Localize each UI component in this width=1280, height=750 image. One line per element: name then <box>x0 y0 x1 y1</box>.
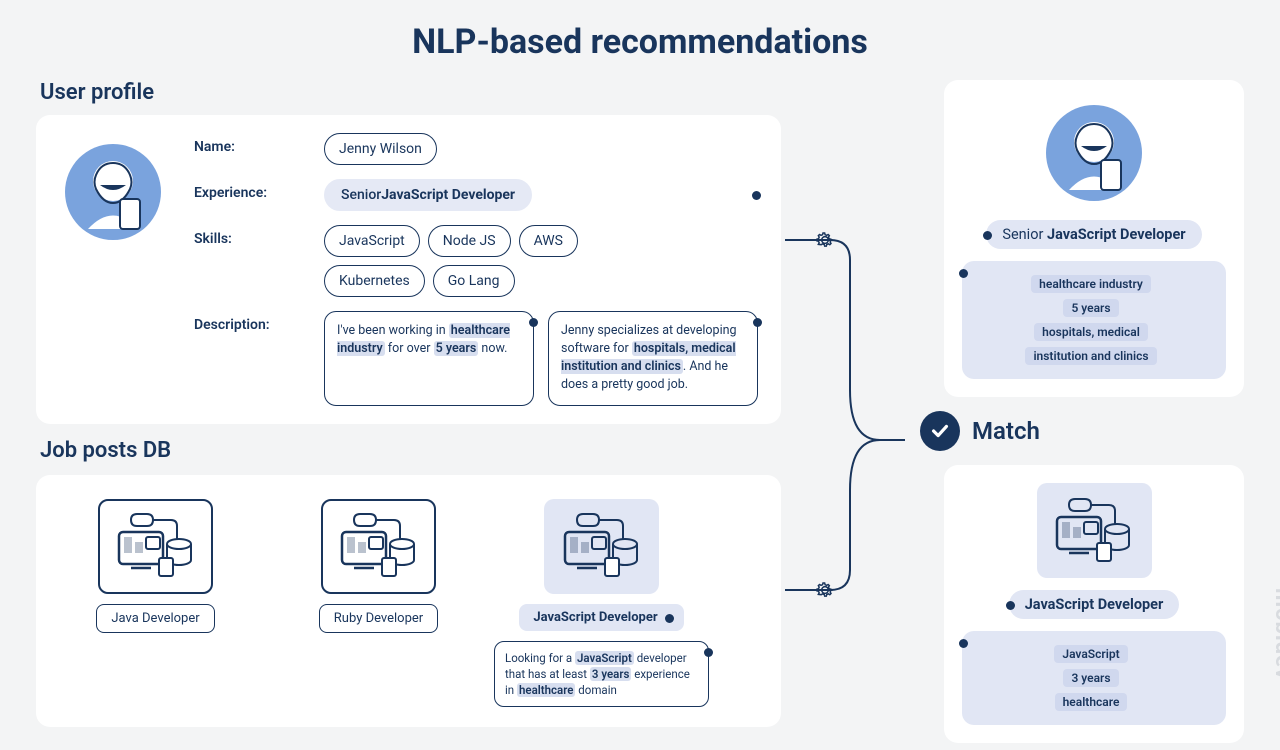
job-label-active: JavaScript Developer <box>519 604 683 631</box>
job-post: Java Developer <box>58 499 253 707</box>
extracted-profile-card: Senior JavaScript Developer healthcare i… <box>944 80 1244 397</box>
extracted-tags: healthcare industry 5 years hospitals, m… <box>962 261 1226 379</box>
job-post: Ruby Developer <box>281 499 476 707</box>
description-box-2: Jenny specializes at developing software… <box>548 311 758 406</box>
skill-chip: Go Lang <box>433 265 515 297</box>
brand-watermark: mobidev <box>1270 588 1280 680</box>
server-monitor-icon <box>1037 483 1152 578</box>
checkmark-icon <box>920 411 960 451</box>
link-dot-icon <box>959 639 968 648</box>
page-title: NLP-based recommendations <box>0 0 1280 80</box>
description-label: Description: <box>194 311 304 333</box>
description-box-1: I've been working in healthcare industry… <box>324 311 534 406</box>
extracted-job-title: JavaScript Developer <box>1009 590 1180 619</box>
gear-icon <box>815 230 835 250</box>
skills-list: JavaScript Node JS AWS Kubernetes Go Lan… <box>324 225 644 297</box>
avatar <box>1039 98 1149 208</box>
job-label: Java Developer <box>96 604 214 633</box>
user-profile-card: Name: Jenny Wilson Experience: Senior Ja… <box>36 115 781 424</box>
avatar <box>58 137 168 247</box>
server-monitor-icon <box>321 499 436 594</box>
skill-chip: AWS <box>519 225 578 257</box>
tag: hospitals, medical <box>1034 323 1148 341</box>
tag: JavaScript <box>1054 645 1127 663</box>
match-label: Match <box>972 417 1040 445</box>
skill-chip: JavaScript <box>324 225 420 257</box>
link-dot-icon <box>753 318 762 327</box>
experience-value: Senior JavaScript Developer <box>324 179 532 211</box>
skill-chip: Node JS <box>428 225 511 257</box>
extracted-job-tags: JavaScript 3 years healthcare <box>962 631 1226 725</box>
tag: healthcare industry <box>1031 275 1151 293</box>
job-label: Ruby Developer <box>319 604 438 633</box>
gear-icon <box>815 580 835 600</box>
name-value: Jenny Wilson <box>324 133 437 165</box>
name-label: Name: <box>194 133 304 155</box>
experience-label: Experience: <box>194 179 304 201</box>
server-monitor-icon <box>98 499 213 594</box>
server-monitor-icon <box>544 499 659 594</box>
link-dot-icon <box>752 191 761 200</box>
link-dot-icon <box>959 269 968 278</box>
skill-chip: Kubernetes <box>324 265 425 297</box>
tag: institution and clinics <box>1025 347 1156 365</box>
extracted-job-card: JavaScript Developer JavaScript 3 years … <box>944 465 1244 743</box>
jobs-card: Java Developer Ruby Developer JavaScript… <box>36 475 781 727</box>
tag: 5 years <box>1063 299 1118 317</box>
skills-label: Skills: <box>194 225 304 247</box>
link-dot-icon <box>665 614 674 623</box>
tag: 3 years <box>1063 669 1118 687</box>
job-post-active: JavaScript Developer Looking for a JavaS… <box>504 499 699 707</box>
link-dot-icon <box>1006 601 1015 610</box>
job-description: Looking for a JavaScript developer that … <box>494 641 709 707</box>
match-indicator: Match <box>920 411 1244 451</box>
link-dot-icon <box>529 318 538 327</box>
tag: healthcare <box>1055 693 1128 711</box>
link-dot-icon <box>704 648 713 657</box>
extracted-title: Senior JavaScript Developer <box>986 220 1201 249</box>
link-dot-icon <box>983 231 992 240</box>
